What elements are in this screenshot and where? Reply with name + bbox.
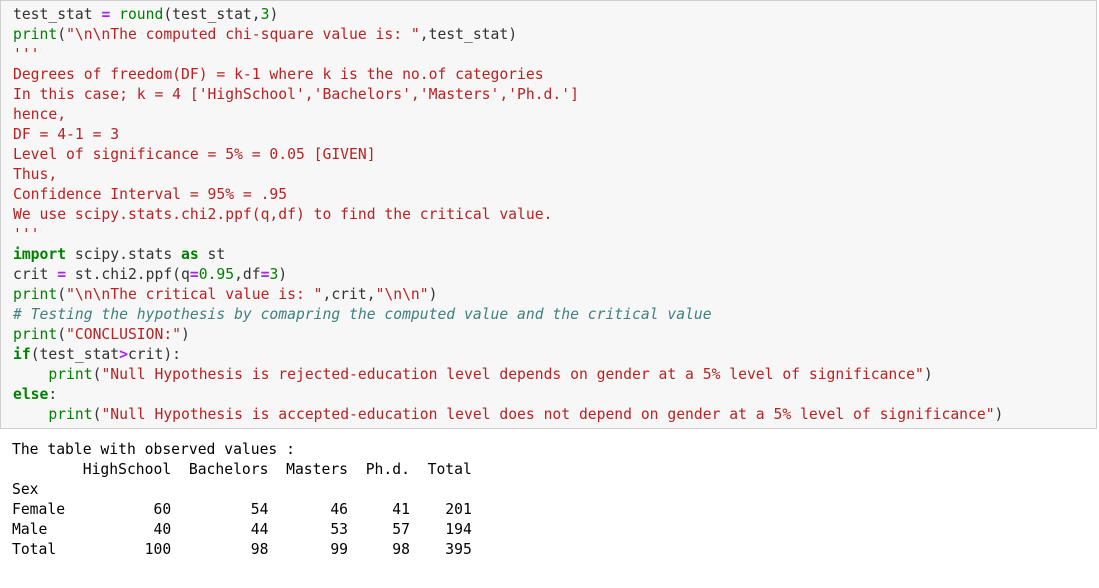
code-token: ) <box>994 406 1004 423</box>
code-line: hence, <box>13 105 1003 125</box>
code-token: ) <box>923 366 933 383</box>
code-token: ,df <box>234 266 261 283</box>
code-token: = <box>101 6 111 23</box>
code-token: "\n\nThe computed chi-square value is: " <box>66 26 420 43</box>
code-token: hence, <box>13 106 67 123</box>
cell-output: The table with observed values : HighSch… <box>12 440 472 560</box>
code-token: "Null Hypothesis is rejected-education l… <box>101 366 924 383</box>
code-token: DF = 4-1 = 3 <box>13 126 120 143</box>
code-token: 0.95 <box>198 266 235 283</box>
code-token: crit <box>13 266 58 283</box>
code-token: scipy.stats <box>66 246 182 263</box>
code-token: print <box>48 406 93 423</box>
code-line: In this case; k = 4 ['HighSchool','Bache… <box>13 85 1003 105</box>
code-line: Confidence Interval = 95% = .95 <box>13 185 1003 205</box>
code-line: DF = 4-1 = 3 <box>13 125 1003 145</box>
code-token: "\n\nThe critical value is: " <box>66 286 323 303</box>
code-token: else <box>13 386 49 403</box>
code-token: crit): <box>127 346 182 363</box>
code-token: ) <box>278 266 288 283</box>
code-token: Level of significance = 5% = 0.05 [GIVEN… <box>13 146 376 163</box>
code-line: print("Null Hypothesis is accepted-educa… <box>13 405 1003 425</box>
code-token: print <box>13 26 58 43</box>
code-token: if <box>13 346 31 363</box>
code-token: : <box>48 386 58 403</box>
code-line: print("\n\nThe computed chi-square value… <box>13 25 1003 45</box>
code-cell[interactable]: test_stat = round(test_stat,3) print("\n\… <box>0 0 1097 429</box>
code-line: import scipy.stats as st <box>13 245 1003 265</box>
code-token: 3 <box>269 266 279 283</box>
code-token: ,crit, <box>322 286 376 303</box>
code-line: if(test_stat>crit): <box>13 345 1003 365</box>
table-row: Total 100 98 99 98 395 <box>12 541 472 558</box>
code-token: (test_stat <box>30 346 120 363</box>
code-token: "Null Hypothesis is accepted-education l… <box>101 406 995 423</box>
code-token: ( <box>57 286 67 303</box>
code-token: "\n\n" <box>375 286 429 303</box>
code-line: # Testing the hypothesis by comapring th… <box>13 305 1003 325</box>
code-token: print <box>48 366 93 383</box>
code-token: print <box>13 286 58 303</box>
code-line: Level of significance = 5% = 0.05 [GIVEN… <box>13 145 1003 165</box>
table-row: Female 60 54 46 41 201 <box>12 501 472 518</box>
code-token: Degrees of freedom(DF) = k-1 where k is … <box>13 66 544 83</box>
code-token: as <box>181 246 199 263</box>
code-token: ) <box>428 286 438 303</box>
code-token: # Testing the hypothesis by comapring th… <box>13 306 712 323</box>
code-token: > <box>119 346 128 363</box>
code-token: import <box>13 246 67 263</box>
code-token: = <box>189 266 199 283</box>
code-token: In this case; k = 4 ['HighSchool','Bache… <box>13 86 579 103</box>
code-line: crit = st.chi2.ppf(q=0.95,df=3) <box>13 265 1003 285</box>
code-token: Thus, <box>13 166 58 183</box>
code-token: st.chi2.ppf(q <box>66 266 190 283</box>
code-token: (test_stat, <box>163 6 261 23</box>
code-token: Confidence Interval = 95% = .95 <box>13 186 288 203</box>
output-caption: The table with observed values : <box>12 441 295 458</box>
code-token: ) <box>181 326 190 343</box>
code-token: print <box>13 326 58 343</box>
code-token: round <box>119 6 164 23</box>
code-line: print("CONCLUSION:") <box>13 325 1003 345</box>
code-token: test_stat <box>13 6 102 23</box>
code-token: ''' <box>13 46 40 63</box>
table-header-row: HighSchool Bachelors Masters Ph.d. Total <box>12 461 472 478</box>
code-line: ''' <box>13 45 1003 65</box>
code-line: Degrees of freedom(DF) = k-1 where k is … <box>13 65 1003 85</box>
code-line: We use scipy.stats.chi2.ppf(q,df) to fin… <box>13 205 1003 225</box>
code-editor[interactable]: test_stat = round(test_stat,3) print("\n\… <box>13 5 1003 425</box>
code-token: ,test_stat) <box>419 26 518 43</box>
code-token: ( <box>57 26 67 43</box>
table-row: Male 40 44 53 57 194 <box>12 521 472 538</box>
code-line: test_stat = round(test_stat,3) <box>13 5 1003 25</box>
code-token: We use scipy.stats.chi2.ppf(q,df) to fin… <box>13 206 553 223</box>
code-token: ( <box>57 326 67 343</box>
code-token: = <box>57 266 67 283</box>
table-index-name: Sex <box>12 481 39 498</box>
code-token: "CONCLUSION:" <box>66 326 182 343</box>
code-line: print("\n\nThe critical value is: ",crit… <box>13 285 1003 305</box>
code-token: ''' <box>13 226 40 243</box>
code-line: ''' <box>13 225 1003 245</box>
code-token: ) <box>269 6 279 23</box>
code-line: print("Null Hypothesis is rejected-educa… <box>13 365 1003 385</box>
code-token: st <box>198 246 226 263</box>
code-line: Thus, <box>13 165 1003 185</box>
code-line: else: <box>13 385 1003 405</box>
